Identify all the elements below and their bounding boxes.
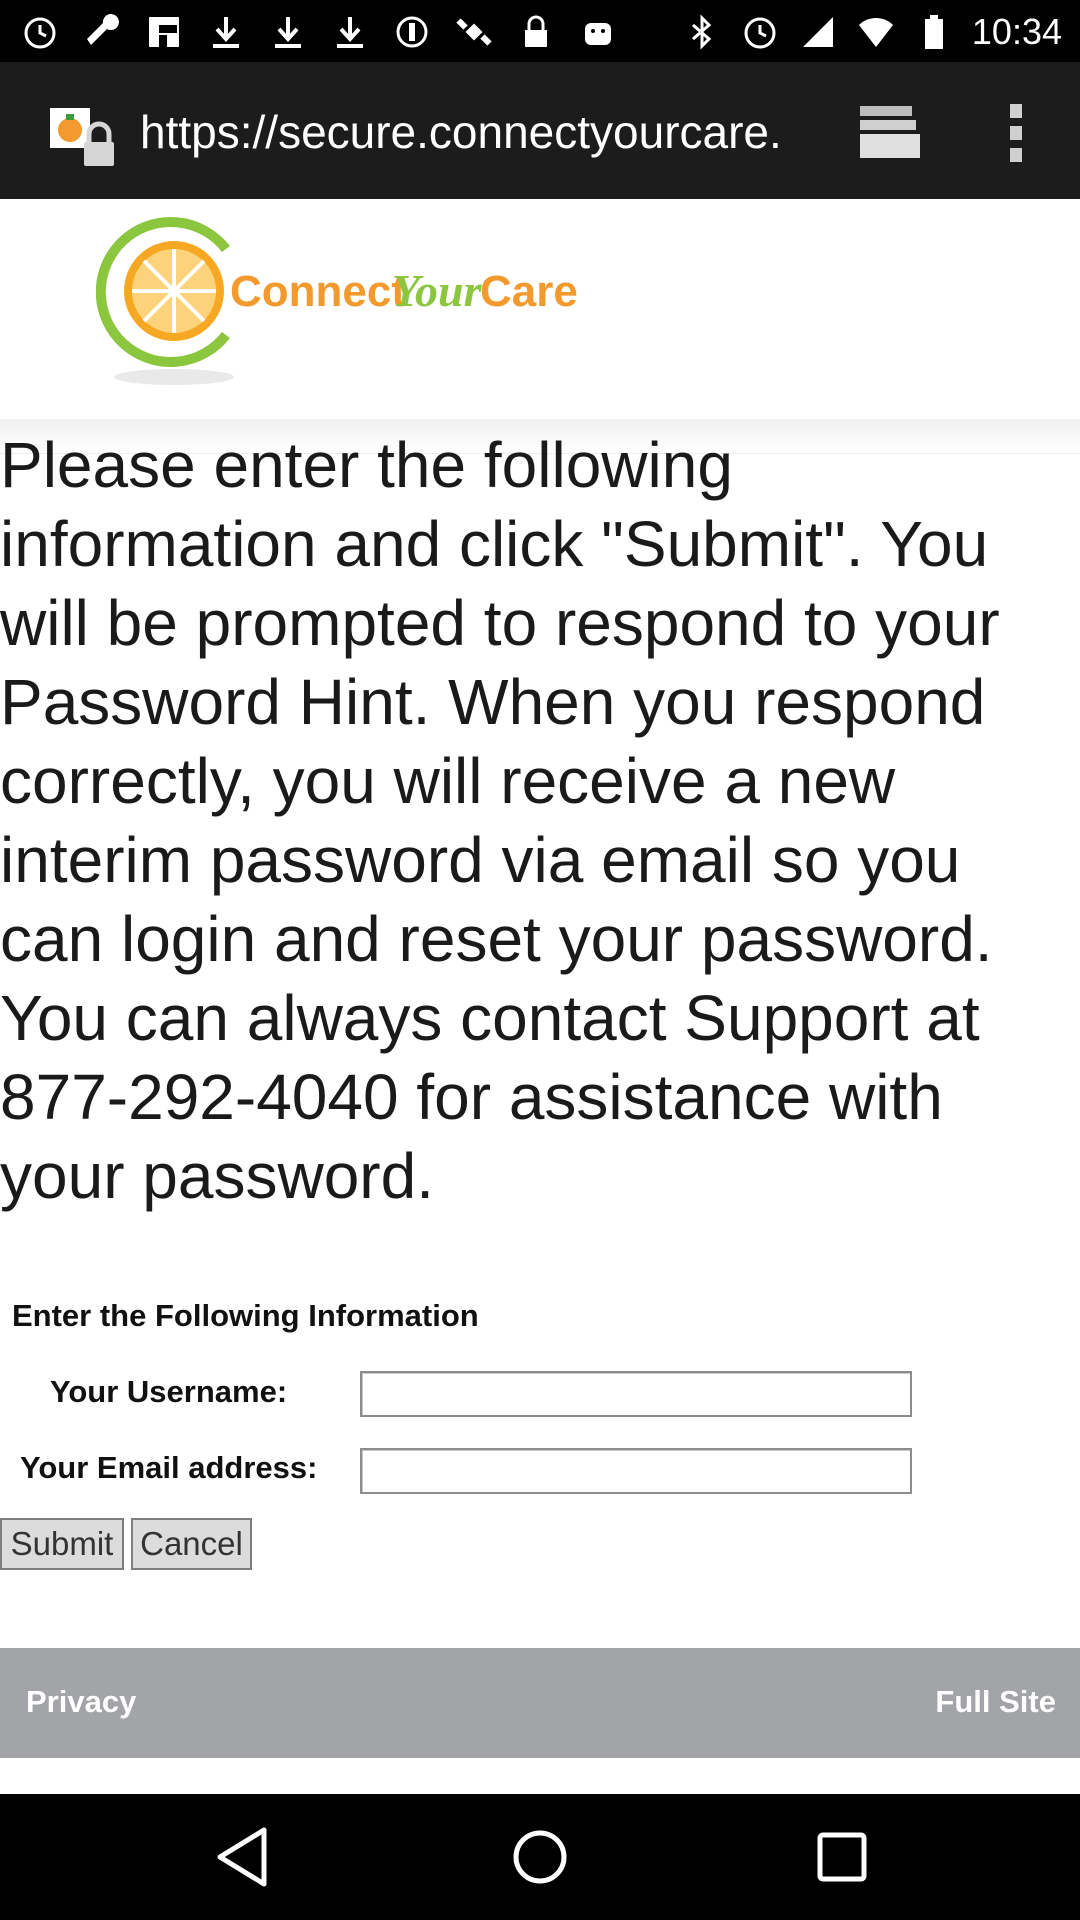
download-icon	[330, 12, 370, 52]
intro-paragraph: Please enter the following information a…	[0, 429, 1000, 1212]
username-label: Your Username:	[50, 1374, 288, 1409]
more-vert-icon[interactable]	[996, 100, 1036, 166]
info-circle-icon	[392, 12, 432, 52]
signal-icon	[798, 12, 838, 52]
wifi-icon	[856, 12, 896, 52]
status-right-icons: 10:34	[682, 10, 1062, 54]
alarm-icon	[20, 12, 60, 52]
connect-your-care-logo[interactable]: Connect Your Care	[95, 209, 616, 389]
email-label: Your Email address:	[20, 1450, 318, 1485]
logo-text-your: Your	[392, 265, 483, 316]
logo-text-care: Care	[480, 267, 578, 316]
username-input[interactable]	[360, 1371, 912, 1417]
lock-icon	[516, 12, 556, 52]
site-security-icon[interactable]	[48, 106, 120, 168]
android-icon	[578, 12, 618, 52]
status-time: 10:34	[971, 11, 1062, 52]
download-icon	[206, 12, 246, 52]
wrench-icon	[82, 12, 122, 52]
navigation-bar	[0, 1794, 1080, 1920]
page-footer: Privacy Full Site	[0, 1648, 1080, 1758]
url-bar[interactable]: https://secure.connectyourcare.	[140, 102, 820, 162]
bluetooth-icon	[682, 12, 722, 52]
home-icon[interactable]	[505, 1824, 575, 1890]
submit-button[interactable]: Submit	[0, 1518, 124, 1570]
status-left-icons	[20, 10, 618, 54]
flipboard-icon	[144, 12, 184, 52]
logo-text-connect: Connect	[230, 267, 406, 316]
tabs-icon[interactable]	[856, 102, 926, 162]
satellite-icon	[454, 12, 494, 52]
browser-toolbar: https://secure.connectyourcare.	[0, 62, 1080, 199]
battery-icon	[914, 12, 954, 52]
form-title: Enter the Following Information	[12, 1298, 479, 1333]
back-icon[interactable]	[208, 1824, 278, 1890]
privacy-link[interactable]: Privacy	[26, 1684, 136, 1720]
download-icon	[268, 12, 308, 52]
cancel-button[interactable]: Cancel	[131, 1518, 252, 1570]
recent-apps-icon[interactable]	[807, 1824, 877, 1890]
status-bar: 10:34	[0, 0, 1080, 62]
email-input[interactable]	[360, 1448, 912, 1494]
page-header: Connect Your Care	[0, 199, 1080, 421]
alarm-icon	[740, 12, 780, 52]
full-site-link[interactable]: Full Site	[935, 1684, 1056, 1720]
